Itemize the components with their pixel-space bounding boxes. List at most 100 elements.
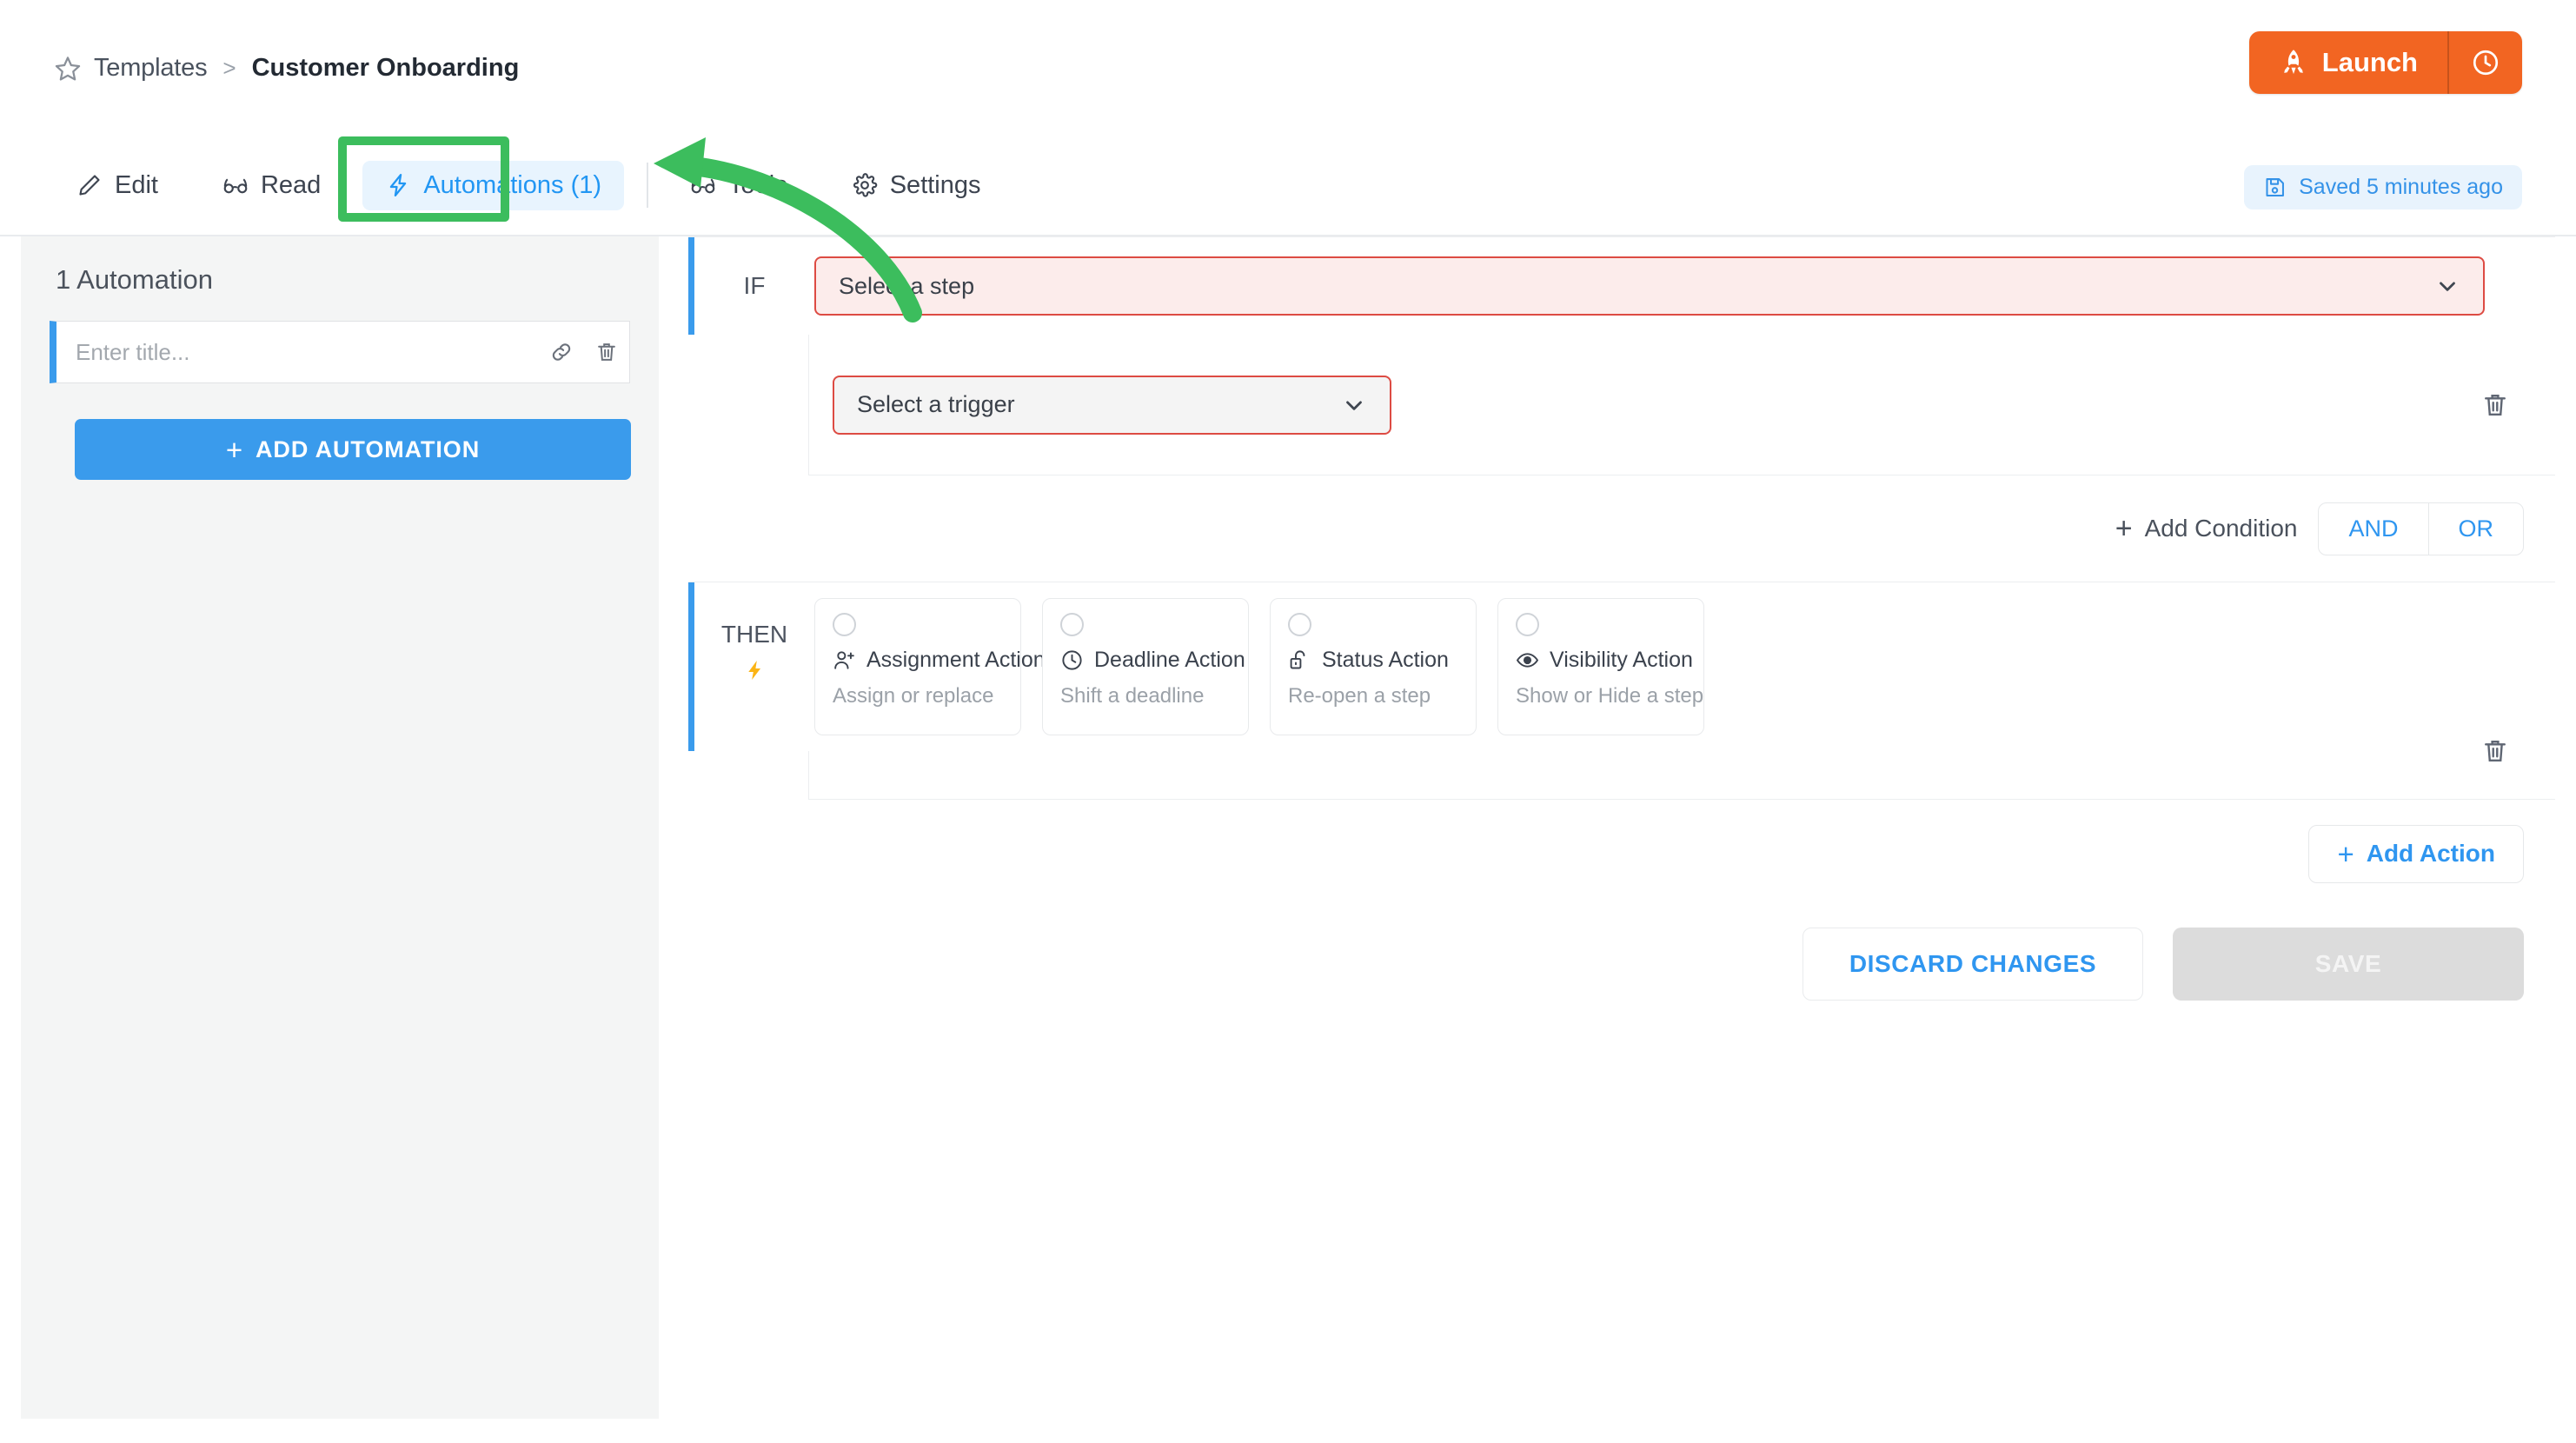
- lightning-bolt-icon: [694, 655, 814, 685]
- copy-link-button[interactable]: [539, 329, 584, 375]
- trash-icon: [2480, 390, 2510, 420]
- sidebar-title: 1 Automation: [56, 264, 213, 295]
- action-card-visibility[interactable]: Visibility Action Show or Hide a step: [1497, 598, 1704, 735]
- tab-automations[interactable]: Automations (1): [362, 160, 625, 210]
- trigger-dropdown[interactable]: Select a trigger: [833, 375, 1391, 435]
- clock-icon: [1060, 648, 1084, 672]
- chevron-down-icon: [1341, 392, 1367, 418]
- automation-editor: IF Select a step Select a trigger + Add …: [688, 236, 2555, 1021]
- action-card-title-row: Assignment Action: [833, 648, 1046, 673]
- action-card-subtitle: Shift a deadline: [1060, 684, 1205, 708]
- if-condition-row: Select a trigger: [808, 335, 2555, 475]
- glasses-icon: [690, 172, 716, 198]
- launch-button-group[interactable]: Launch: [2248, 31, 2522, 94]
- trash-icon: [594, 340, 619, 364]
- editor-footer: DISCARD CHANGES SAVE: [688, 908, 2555, 1021]
- link-icon: [549, 340, 574, 364]
- tab-bar: Edit Read Automations (1) Tools Settings…: [0, 134, 2576, 236]
- action-card-title-row: Deadline Action: [1060, 648, 1245, 673]
- breadcrumb: Templates > Customer Onboarding: [54, 54, 519, 83]
- action-card-title: Deadline Action: [1094, 648, 1245, 672]
- plus-icon: +: [2337, 837, 2354, 870]
- unlock-icon: [1288, 648, 1311, 672]
- action-card-subtitle: Assign or replace: [833, 684, 994, 708]
- saved-label: Saved 5 minutes ago: [2299, 175, 2503, 199]
- add-action-row: + Add Action: [688, 800, 2555, 908]
- plus-icon: +: [225, 433, 244, 466]
- delete-action-button[interactable]: [2435, 702, 2555, 800]
- chevron-down-icon: [2434, 273, 2460, 299]
- if-block: IF Select a step Select a trigger: [688, 236, 2555, 475]
- delete-condition-button[interactable]: [2435, 335, 2555, 475]
- trash-icon: [2480, 736, 2510, 766]
- glasses-icon: [222, 172, 249, 198]
- then-top-row: THEN Assignment Action Assign or replace…: [688, 582, 2555, 751]
- if-label: IF: [743, 272, 766, 299]
- tab-settings[interactable]: Settings: [829, 161, 1004, 210]
- tab-read-label: Read: [260, 170, 322, 199]
- tab-tools[interactable]: Tools: [667, 161, 810, 210]
- launch-schedule-button[interactable]: [2449, 31, 2522, 94]
- tab-settings-label: Settings: [889, 170, 981, 199]
- operator-or-button[interactable]: OR: [2427, 502, 2524, 555]
- tab-edit-label: Edit: [115, 170, 158, 199]
- add-automation-label: ADD AUTOMATION: [256, 436, 481, 462]
- delete-automation-button[interactable]: [584, 329, 629, 375]
- add-action-button[interactable]: + Add Action: [2308, 824, 2524, 883]
- pencil-icon: [76, 172, 103, 198]
- tab-list: Edit Read Automations (1) Tools Settings: [54, 134, 1023, 236]
- action-card-list: Assignment Action Assign or replace Dead…: [814, 582, 1704, 735]
- launch-button-label: Launch: [2321, 47, 2418, 77]
- breadcrumb-templates[interactable]: Templates: [94, 54, 208, 83]
- app-header: Templates > Customer Onboarding Launch: [0, 0, 2576, 134]
- tab-divider: [647, 163, 649, 208]
- action-card-title: Assignment Action: [866, 648, 1046, 672]
- tab-edit[interactable]: Edit: [54, 161, 181, 210]
- if-top-row: IF Select a step: [688, 237, 2555, 335]
- add-action-label: Add Action: [2366, 840, 2495, 867]
- radio-button[interactable]: [1288, 613, 1311, 636]
- action-card-subtitle: Show or Hide a step: [1516, 684, 1704, 708]
- bolt-icon: [385, 172, 411, 198]
- logic-operator-toggle: AND OR: [2318, 502, 2524, 555]
- save-disk-icon: [2263, 176, 2287, 199]
- step-dropdown[interactable]: Select a step: [814, 256, 2485, 316]
- radio-button[interactable]: [833, 613, 856, 636]
- then-block: THEN Assignment Action Assign or replace…: [688, 582, 2555, 800]
- automation-title-input[interactable]: [56, 338, 539, 366]
- then-label: THEN: [694, 582, 814, 685]
- user-plus-icon: [833, 648, 856, 672]
- plus-icon: +: [2115, 512, 2133, 545]
- tab-tools-label: Tools: [728, 170, 787, 199]
- eye-icon: [1516, 648, 1539, 672]
- action-card-assignment[interactable]: Assignment Action Assign or replace: [814, 598, 1046, 735]
- automation-list-item[interactable]: [50, 321, 630, 383]
- radio-button[interactable]: [1516, 613, 1539, 636]
- action-card-status[interactable]: Status Action Re-open a step: [1270, 598, 1477, 735]
- action-card-title: Status Action: [1322, 648, 1449, 672]
- add-automation-button[interactable]: + ADD AUTOMATION: [75, 419, 631, 480]
- action-card-title-row: Status Action: [1288, 648, 1458, 673]
- radio-button[interactable]: [1060, 613, 1084, 636]
- action-card-deadline[interactable]: Deadline Action Shift a deadline: [1042, 598, 1249, 735]
- action-card-title: Visibility Action: [1550, 648, 1693, 672]
- operator-and-button[interactable]: AND: [2319, 503, 2427, 555]
- star-icon[interactable]: [54, 55, 82, 83]
- tab-read[interactable]: Read: [200, 161, 343, 210]
- add-condition-row: + Add Condition AND OR: [688, 475, 2555, 582]
- add-condition-button[interactable]: + Add Condition: [2115, 514, 2298, 543]
- breadcrumb-separator: >: [222, 55, 236, 81]
- automations-sidebar: 1 Automation + ADD AUTOMATION: [21, 236, 659, 1419]
- launch-button[interactable]: Launch: [2249, 31, 2447, 94]
- then-bottom-strip: [808, 741, 2555, 800]
- then-label-text: THEN: [720, 621, 788, 648]
- page-title: Customer Onboarding: [251, 54, 520, 82]
- step-dropdown-value: Select a step: [839, 272, 975, 299]
- tab-automations-label: Automations (1): [423, 170, 602, 199]
- action-card-title-row: Visibility Action: [1516, 648, 1693, 673]
- status-badge: Saved 5 minutes ago: [2244, 165, 2522, 209]
- clock-icon: [2471, 48, 2500, 77]
- rocket-icon: [2279, 48, 2308, 77]
- discard-changes-button[interactable]: DISCARD CHANGES: [1803, 928, 2143, 1001]
- save-button[interactable]: SAVE: [2173, 928, 2524, 1001]
